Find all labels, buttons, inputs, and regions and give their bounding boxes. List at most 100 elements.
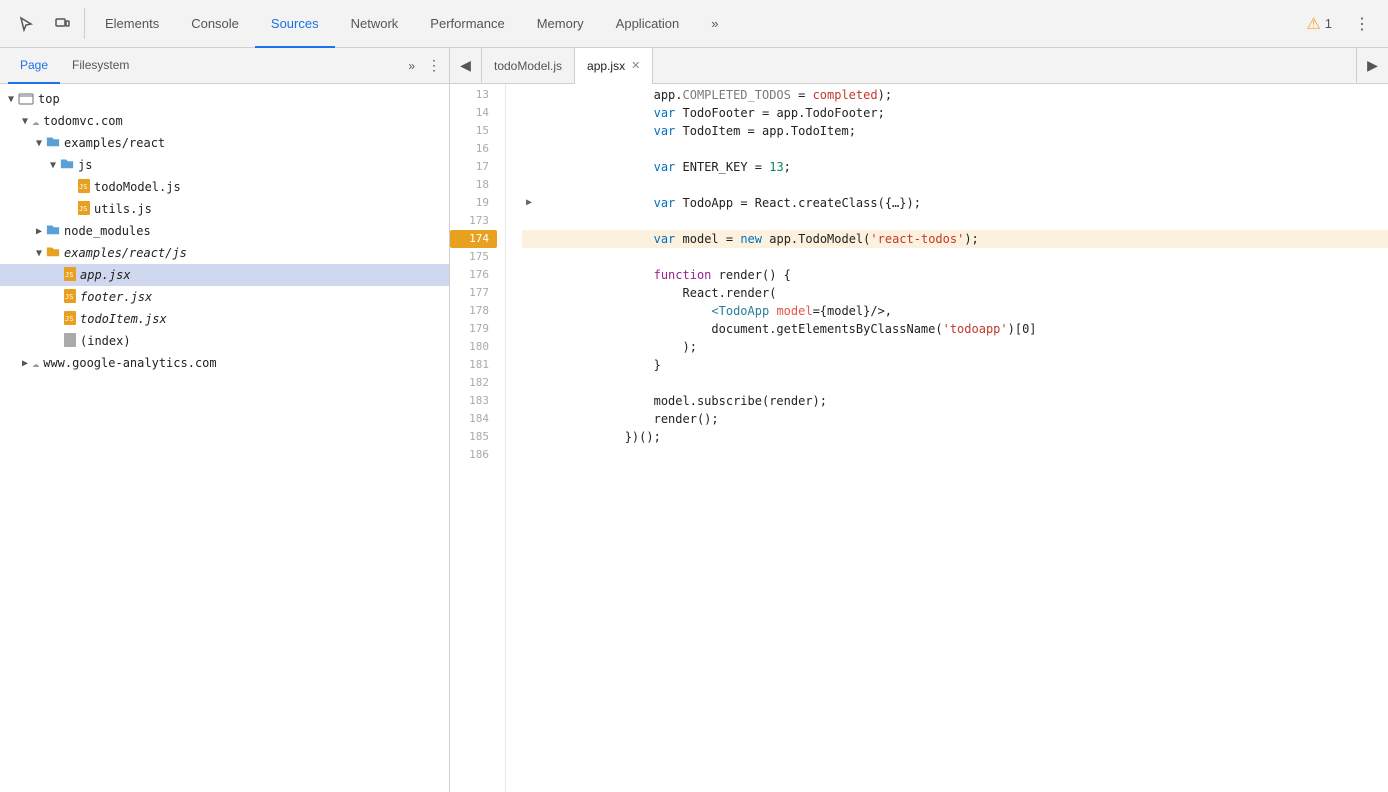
label-top: top xyxy=(38,92,60,106)
tab-elements[interactable]: Elements xyxy=(89,0,175,48)
subtab-menu-icon[interactable]: ⋮ xyxy=(427,57,441,74)
label-index: (index) xyxy=(80,334,131,348)
ln-182: 182 xyxy=(450,374,497,392)
ln-18: 18 xyxy=(450,176,497,194)
ln-184: 184 xyxy=(450,410,497,428)
cloud-todomvc-icon: ☁ xyxy=(32,114,39,128)
ln-173: 173 xyxy=(450,212,497,230)
tree-item-js[interactable]: ▼ js xyxy=(0,154,449,176)
ln-174: 174 xyxy=(450,230,497,248)
tab-memory[interactable]: Memory xyxy=(521,0,600,48)
more-options-icon[interactable]: ⋮ xyxy=(1344,0,1380,48)
tree-item-google-analytics[interactable]: ▶ ☁ www.google-analytics.com xyxy=(0,352,449,374)
cursor-icon[interactable] xyxy=(8,0,44,48)
label-utils: utils.js xyxy=(94,202,152,216)
ln-185: 185 xyxy=(450,428,497,446)
tree-item-footer-jsx[interactable]: ▶ JS footer.jsx xyxy=(0,286,449,308)
ln-13: 13 xyxy=(450,86,497,104)
label-examples-react: examples/react xyxy=(64,136,165,150)
ln-180: 180 xyxy=(450,338,497,356)
label-todomodel: todoModel.js xyxy=(94,180,181,194)
separator xyxy=(84,8,85,39)
code-line-186 xyxy=(522,446,1388,464)
ln-181: 181 xyxy=(450,356,497,374)
tab-network[interactable]: Network xyxy=(335,0,415,48)
svg-text:JS: JS xyxy=(65,293,73,301)
svg-text:JS: JS xyxy=(65,315,73,323)
tab-sources[interactable]: Sources xyxy=(255,0,335,48)
line-numbers: 13 14 15 16 17 18 19 173 174 175 176 177… xyxy=(450,84,506,792)
right-panel: ◀ todoModel.js app.jsx ✕ ▶ 13 14 15 16 1… xyxy=(450,48,1388,792)
tab-performance[interactable]: Performance xyxy=(414,0,520,48)
tree-item-app-jsx[interactable]: ▶ JS app.jsx xyxy=(0,264,449,286)
more-subtabs[interactable]: » xyxy=(400,59,423,73)
nav-right: ⚠ 1 ⋮ xyxy=(1298,0,1380,47)
file-index-icon xyxy=(64,333,76,350)
code-line-185: })(); xyxy=(522,428,1388,446)
expand-19[interactable]: ▶ xyxy=(522,194,536,212)
svg-text:JS: JS xyxy=(79,183,87,191)
warning-badge[interactable]: ⚠ 1 xyxy=(1298,10,1340,38)
folder-node-modules-icon xyxy=(46,222,60,240)
label-footer-jsx: footer.jsx xyxy=(80,290,152,304)
label-examples-react-js: examples/react/js xyxy=(64,246,187,260)
tree-item-index[interactable]: ▶ (index) xyxy=(0,330,449,352)
label-todomvc: todomvc.com xyxy=(43,114,122,128)
main-layout: Page Filesystem » ⋮ ▼ top xyxy=(0,48,1388,792)
tab-application[interactable]: Application xyxy=(600,0,696,48)
ln-17: 17 xyxy=(450,158,497,176)
ln-183: 183 xyxy=(450,392,497,410)
arrow-examples-react: ▼ xyxy=(32,138,46,149)
code-line-15: var TodoItem = app.TodoItem; xyxy=(522,122,1388,140)
svg-text:JS: JS xyxy=(65,271,73,279)
tab-page[interactable]: Page xyxy=(8,48,60,84)
editor-tab-arrow-right[interactable]: ▶ xyxy=(1356,48,1388,84)
code-line-181: } xyxy=(522,356,1388,374)
folder-top-icon xyxy=(18,90,34,109)
tree-item-examples-react-js[interactable]: ▼ examples/react/js xyxy=(0,242,449,264)
ln-16: 16 xyxy=(450,140,497,158)
tree-item-todomvc[interactable]: ▼ ☁ todomvc.com xyxy=(0,110,449,132)
folder-js-icon xyxy=(60,156,74,174)
label-google-analytics: www.google-analytics.com xyxy=(43,356,216,370)
arrow-examples-react-js: ▼ xyxy=(32,248,46,259)
tree-item-node-modules[interactable]: ▶ node_modules xyxy=(0,220,449,242)
editor-tab-todomodel[interactable]: todoModel.js xyxy=(482,48,575,84)
editor-tab-app-jsx[interactable]: app.jsx ✕ xyxy=(575,48,653,84)
ln-14: 14 xyxy=(450,104,497,122)
file-footer-jsx-icon: JS xyxy=(64,289,76,306)
arrow-top: ▼ xyxy=(4,94,18,105)
code-area[interactable]: 13 14 15 16 17 18 19 173 174 175 176 177… xyxy=(450,84,1388,792)
ln-178: 178 xyxy=(450,302,497,320)
folder-examples-react-js-icon xyxy=(46,244,60,262)
file-todomodel-icon: JS xyxy=(78,179,90,196)
svg-text:JS: JS xyxy=(79,205,87,213)
label-todoitem-jsx: todoItem.jsx xyxy=(80,312,167,326)
code-line-17: var ENTER_KEY = 13; xyxy=(522,158,1388,176)
file-todoitem-jsx-icon: JS xyxy=(64,311,76,328)
editor-tab-app-jsx-label: app.jsx xyxy=(587,59,625,73)
file-tree: ▼ top ▼ ☁ todomvc.com ▼ xyxy=(0,84,449,792)
tab-filesystem[interactable]: Filesystem xyxy=(60,48,141,84)
editor-tabs: ◀ todoModel.js app.jsx ✕ ▶ xyxy=(450,48,1388,84)
ln-177: 177 xyxy=(450,284,497,302)
left-panel: Page Filesystem » ⋮ ▼ top xyxy=(0,48,450,792)
file-utils-icon: JS xyxy=(78,201,90,218)
tree-item-utils[interactable]: ▶ JS utils.js xyxy=(0,198,449,220)
tab-console[interactable]: Console xyxy=(175,0,255,48)
device-icon[interactable] xyxy=(44,0,80,48)
tree-item-todomodel[interactable]: ▶ JS todoModel.js xyxy=(0,176,449,198)
file-app-jsx-icon: JS xyxy=(64,267,76,284)
editor-tab-close-icon[interactable]: ✕ xyxy=(631,59,640,72)
tree-item-todoitem-jsx[interactable]: ▶ JS todoItem.jsx xyxy=(0,308,449,330)
more-tabs[interactable]: » xyxy=(695,0,734,48)
folder-examples-react-icon xyxy=(46,134,60,152)
tree-item-examples-react[interactable]: ▼ examples/react xyxy=(0,132,449,154)
ln-175: 175 xyxy=(450,248,497,266)
top-nav: Elements Console Sources Network Perform… xyxy=(0,0,1388,48)
arrow-google-analytics: ▶ xyxy=(18,358,32,369)
arrow-todomvc: ▼ xyxy=(18,116,32,127)
warning-count: 1 xyxy=(1325,16,1332,31)
tree-item-top[interactable]: ▼ top xyxy=(0,88,449,110)
editor-tab-arrow-left[interactable]: ◀ xyxy=(450,48,482,84)
